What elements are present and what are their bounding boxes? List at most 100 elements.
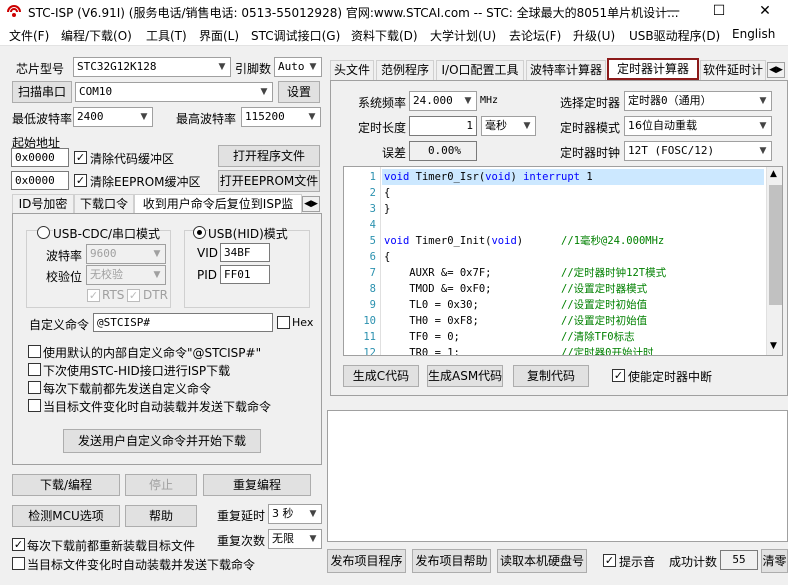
- clear-eeprom-checkbox[interactable]: ✓: [74, 174, 87, 187]
- tab-header-file[interactable]: 头文件: [330, 60, 374, 80]
- line-number: 8: [369, 283, 376, 295]
- beep-checkbox[interactable]: ✓: [603, 554, 616, 567]
- generate-asm-code-button[interactable]: 生成ASM代码: [427, 365, 503, 387]
- tab-timer-calculator[interactable]: 定时器计算器: [607, 58, 699, 80]
- custom-command-label: 自定义命令: [29, 318, 90, 332]
- send-custom-command-button[interactable]: 发送用户自定义命令并开始下载: [63, 429, 261, 453]
- scan-port-button[interactable]: 扫描串口: [12, 81, 72, 103]
- max-baud-select[interactable]: 115200 ▼: [241, 107, 321, 127]
- code-line: 12 TR0 = 1; //定时器0开始计时: [344, 345, 764, 356]
- settings-button[interactable]: 设置: [278, 81, 320, 103]
- open-eeprom-file-button[interactable]: 打开EEPROM文件: [218, 170, 320, 192]
- timer-unit-select[interactable]: 毫秒 ▼: [481, 116, 536, 136]
- tab-software-delay[interactable]: 软件延时计: [700, 60, 766, 80]
- menu-docs[interactable]: 资料下载(D): [351, 27, 418, 44]
- read-disk-id-button[interactable]: 读取本机硬盘号: [497, 549, 587, 573]
- hex-checkbox[interactable]: [277, 316, 290, 329]
- scroll-down-icon[interactable]: ▼: [770, 341, 777, 351]
- help-button[interactable]: 帮助: [125, 505, 197, 527]
- default-command-checkbox[interactable]: [28, 345, 41, 358]
- code-text: TL0 = 0x30; //设置定时初始值: [384, 299, 648, 311]
- detect-mcu-button[interactable]: 检测MCU选项: [12, 505, 120, 527]
- publish-program-button[interactable]: 发布项目程序: [327, 549, 406, 573]
- tab-reset-to-isp[interactable]: 收到用户命令后复位到ISP监: [134, 194, 302, 214]
- menu-debug[interactable]: STC调试接口(G): [251, 27, 340, 44]
- code-editor[interactable]: 1 void Timer0_Isr(void) interrupt 1 2{3} 4 5…: [343, 166, 783, 356]
- menu-forum[interactable]: 去论坛(F): [509, 27, 561, 44]
- enable-timer-interrupt-checkbox[interactable]: ✓: [612, 369, 625, 382]
- code-address-input[interactable]: 0x0000: [11, 148, 69, 167]
- repeat-count-select[interactable]: 无限 ▼: [268, 529, 322, 549]
- tab-download-password[interactable]: 下载口令: [74, 194, 134, 214]
- stop-button[interactable]: 停止: [125, 474, 197, 496]
- generate-c-code-button[interactable]: 生成C代码: [343, 365, 419, 387]
- auto-load-send-checkbox[interactable]: [28, 399, 41, 412]
- usb-cdc-radio[interactable]: [37, 226, 50, 239]
- menu-usb-driver[interactable]: USB驱动程序(D): [629, 27, 720, 44]
- dtr-checkbox[interactable]: ✓: [127, 289, 140, 302]
- tab-scroll-arrows-icon[interactable]: ◀▶: [302, 196, 320, 212]
- code-line: 4: [344, 217, 764, 233]
- close-icon[interactable]: ✕: [742, 0, 788, 24]
- tab-io-config[interactable]: I/O口配置工具: [436, 60, 524, 80]
- code-text: TR0 = 1; //定时器0开始计时: [384, 347, 654, 356]
- code-scrollbar[interactable]: ▲ ▼: [766, 167, 782, 355]
- timer-length-label: 定时长度: [358, 121, 407, 135]
- tab-id-encrypt[interactable]: ID号加密: [12, 194, 74, 214]
- select-timer-select[interactable]: 定时器0（通用） ▼: [624, 91, 772, 111]
- open-program-file-button[interactable]: 打开程序文件: [218, 145, 320, 167]
- copy-code-button[interactable]: 复制代码: [513, 365, 589, 387]
- minimize-icon[interactable]: —: [650, 0, 696, 24]
- auto-load-checkbox[interactable]: [12, 557, 25, 570]
- system-frequency-select[interactable]: 24.000 ▼: [409, 91, 477, 111]
- menu-bar: 文件(F) 编程/下载(O) 工具(T) 界面(L) STC调试接口(G) 资料…: [0, 24, 788, 46]
- timer-length-input[interactable]: 1: [409, 116, 477, 136]
- baud-value: 9600: [90, 247, 117, 260]
- scroll-up-icon[interactable]: ▲: [770, 169, 777, 179]
- parity-select[interactable]: 无校验 ▼: [86, 265, 166, 285]
- menu-program-download[interactable]: 编程/下载(O): [61, 27, 132, 44]
- chevron-down-icon: ▼: [218, 62, 226, 72]
- tab-baud-calculator[interactable]: 波特率计算器: [526, 60, 606, 80]
- download-program-button[interactable]: 下载/编程: [12, 474, 120, 496]
- menu-interface[interactable]: 界面(L): [199, 27, 239, 44]
- scroll-thumb[interactable]: [769, 185, 782, 305]
- menu-university[interactable]: 大学计划(U): [430, 27, 496, 44]
- reload-before-download-checkbox[interactable]: ✓: [12, 538, 25, 551]
- menu-english[interactable]: English: [732, 27, 775, 41]
- timer-mode-select[interactable]: 16位自动重载 ▼: [624, 116, 772, 136]
- port-select[interactable]: COM10 ▼: [75, 82, 273, 102]
- repeat-program-button[interactable]: 重复编程: [203, 474, 311, 496]
- baud-select[interactable]: 9600 ▼: [86, 244, 166, 264]
- publish-help-button[interactable]: 发布项目帮助: [412, 549, 491, 573]
- custom-command-input[interactable]: @STCISP#: [93, 313, 273, 332]
- line-number: 6: [369, 251, 376, 263]
- timer-clock-select[interactable]: 12T (FOSC/12) ▼: [624, 141, 772, 161]
- menu-upgrade[interactable]: 升级(U): [573, 27, 615, 44]
- vid-input[interactable]: 34BF: [220, 243, 270, 262]
- clear-count-button[interactable]: 清零: [761, 549, 788, 573]
- min-baud-value: 2400: [77, 110, 104, 123]
- error-value: 0.00%: [409, 141, 477, 161]
- repeat-delay-select[interactable]: 3 秒 ▼: [268, 504, 322, 524]
- output-log[interactable]: [327, 410, 788, 542]
- code-lines: 1 void Timer0_Isr(void) interrupt 1 2{3} 4 5…: [344, 169, 764, 356]
- chevron-down-icon: ▼: [309, 509, 317, 519]
- send-before-download-checkbox[interactable]: [28, 381, 41, 394]
- tab-scroll-arrows-icon[interactable]: ◀▶: [767, 62, 785, 78]
- rts-checkbox[interactable]: ✓: [87, 289, 100, 302]
- usb-hid-radio[interactable]: [193, 226, 206, 239]
- clear-eeprom-label: 清除EEPROM缓冲区: [90, 175, 201, 189]
- menu-tools[interactable]: 工具(T): [146, 27, 187, 44]
- pid-input[interactable]: FF01: [220, 265, 270, 284]
- system-frequency-label: 系统频率: [358, 96, 407, 110]
- tab-example-programs[interactable]: 范例程序: [376, 60, 434, 80]
- clear-code-checkbox[interactable]: ✓: [74, 151, 87, 164]
- chip-model-select[interactable]: STC32G12K128 ▼: [73, 57, 231, 77]
- eeprom-address-input[interactable]: 0x0000: [11, 171, 69, 190]
- min-baud-select[interactable]: 2400 ▼: [73, 107, 153, 127]
- next-use-hid-checkbox[interactable]: [28, 363, 41, 376]
- maximize-icon[interactable]: ☐: [696, 0, 742, 24]
- pin-count-select[interactable]: Auto ▼: [274, 57, 322, 77]
- menu-file[interactable]: 文件(F): [9, 27, 49, 44]
